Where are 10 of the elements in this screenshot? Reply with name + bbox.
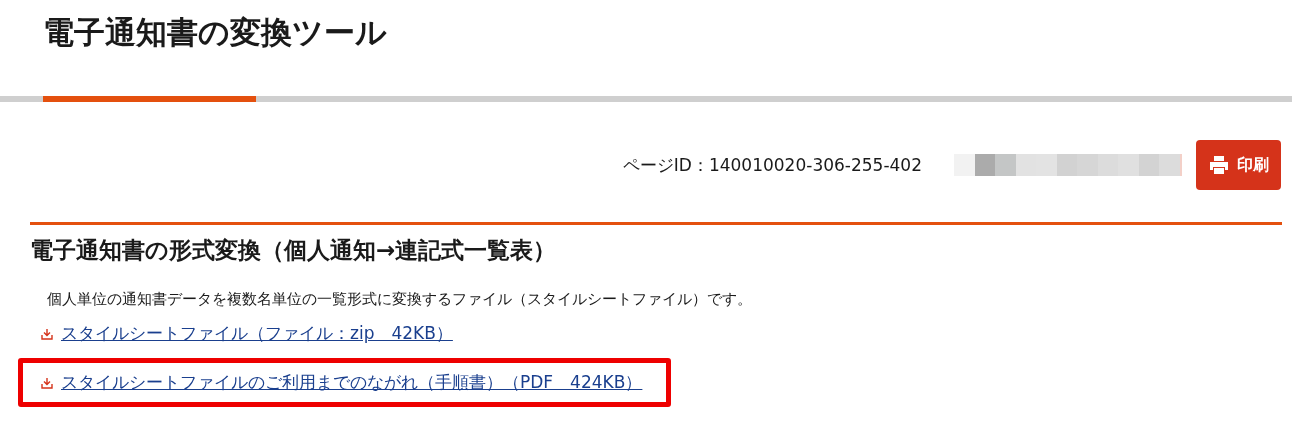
page-title: 電子通知書の変換ツール [42,13,388,52]
description-text: 個人単位の通知書データを複数名単位の一覧形式に変換するファイル（スタイルシートファイル）です。 [47,290,753,309]
download-icon [41,327,53,340]
section-heading: 電子通知書の形式変換（個人通知→連記式一覧表） [30,236,558,265]
download-icon [41,376,53,389]
print-button[interactable]: 印刷 [1196,140,1281,190]
download-link[interactable]: スタイルシートファイル（ファイル：zip 42KB） [61,322,453,345]
download-link[interactable]: スタイルシートファイルのご利用までのながれ（手順書）（PDF 424KB） [61,371,643,394]
printer-icon [1208,156,1229,174]
page-id: ページID：140010020-306-255-402 [622,153,922,177]
